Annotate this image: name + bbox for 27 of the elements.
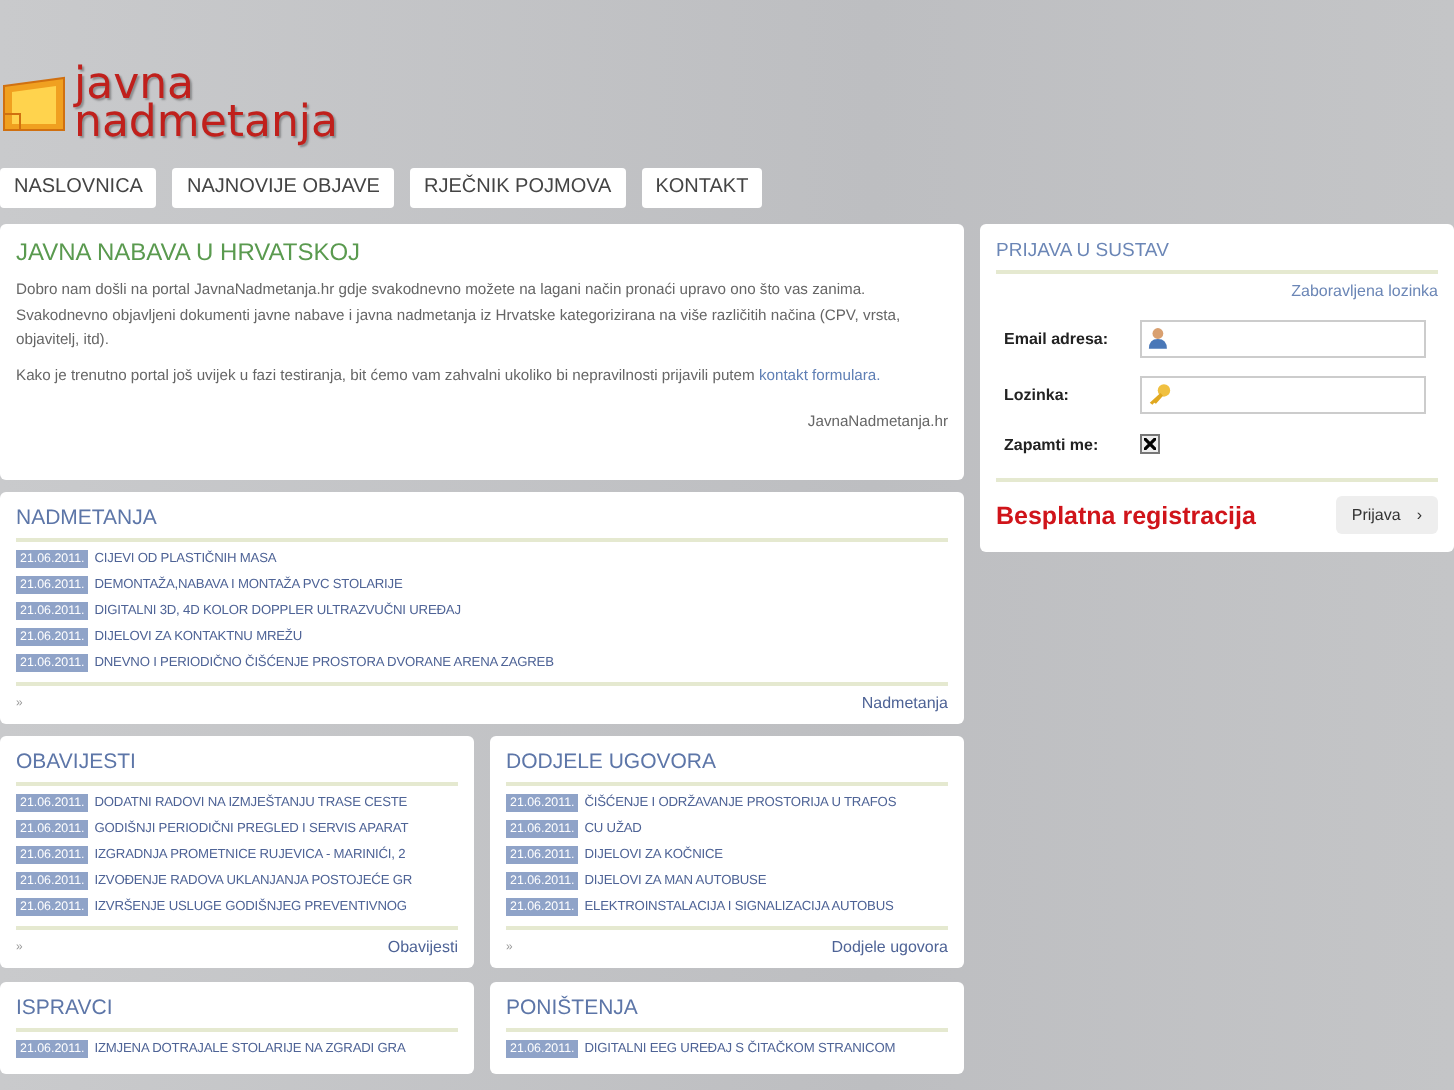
nav-link[interactable]: NASLOVNICA [0, 168, 157, 208]
key-icon [1148, 382, 1172, 406]
forgot-password-link[interactable]: Zaboravljena lozinka [996, 282, 1438, 300]
login-title: PRIJAVA U SUSTAV [996, 236, 1438, 274]
section-title: OBAVIJESTI [16, 746, 458, 786]
logo-text[interactable]: javna nadmetanja [74, 66, 338, 142]
email-field[interactable] [1140, 319, 1426, 357]
remember-checkbox[interactable] [1140, 434, 1160, 454]
password-label: Lozinka: [1002, 385, 1071, 403]
password-field[interactable] [1140, 375, 1426, 413]
more-link[interactable]: Dodjele ugovora [831, 938, 948, 956]
remember-label: Zapamti me: [1002, 435, 1101, 453]
logo-icon [0, 74, 68, 134]
nav-link[interactable]: RJEČNIK POJMOVA [409, 168, 626, 208]
intro-title: JAVNA NABAVA U HRVATSKOJ [16, 238, 363, 266]
section-title: NADMETANJA [16, 502, 948, 542]
email-label: Email adresa: [1002, 329, 1111, 347]
more-link[interactable]: Obavijesti [387, 938, 458, 956]
login-button[interactable]: Prijava › [1335, 496, 1438, 534]
nav-link[interactable]: KONTAKT [641, 168, 763, 208]
user-icon [1148, 326, 1168, 350]
section-title: ISPRAVCI [16, 992, 458, 1032]
section-title: PONIŠTENJA [506, 992, 948, 1032]
register-link[interactable]: Besplatna registracija [996, 501, 1256, 529]
section-title: DODJELE UGOVORA [506, 746, 948, 786]
nav-link[interactable]: NAJNOVIJE OBJAVE [172, 168, 394, 208]
more-link[interactable]: Nadmetanja [861, 694, 948, 712]
